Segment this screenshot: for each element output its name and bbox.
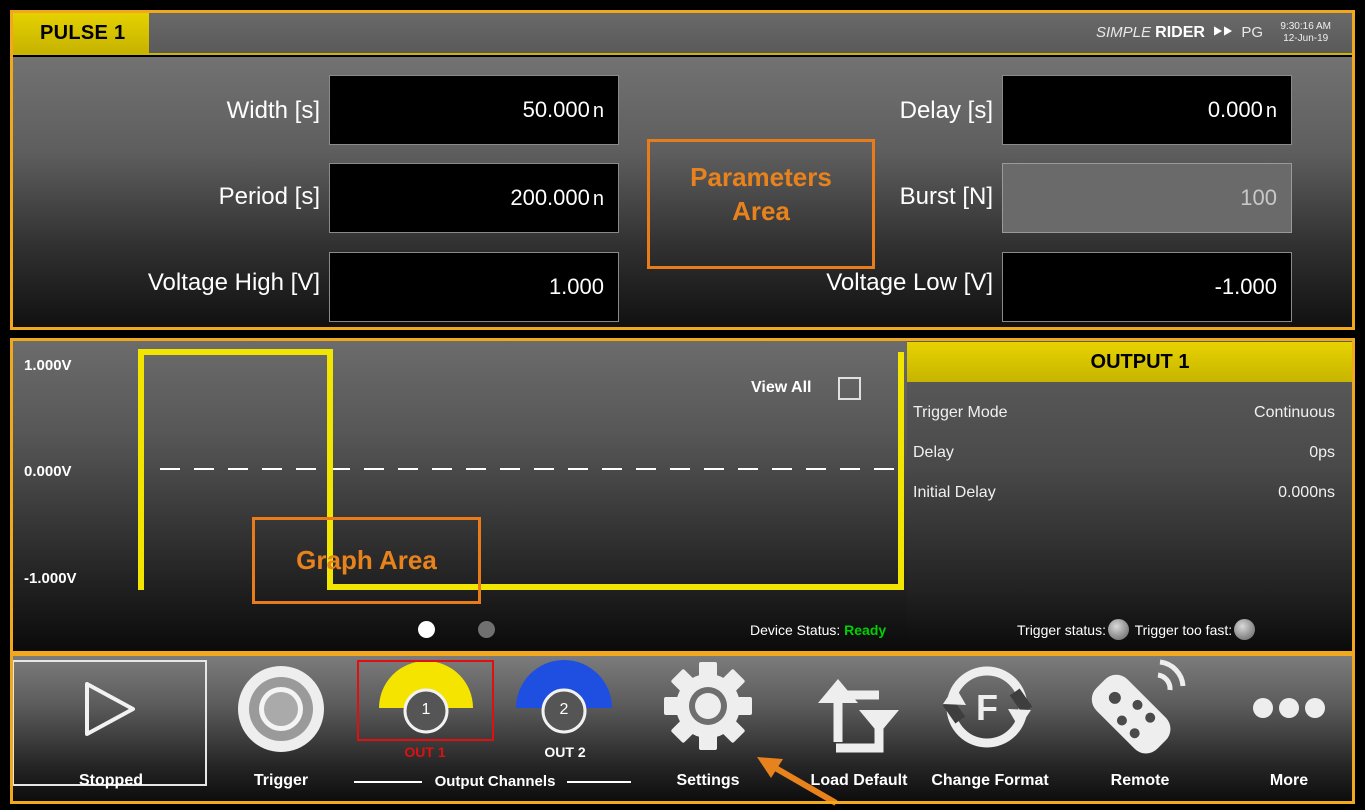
toolbar-icons: F bbox=[85, 659, 1325, 806]
svg-text:F: F bbox=[976, 687, 998, 728]
graph-area-annotation: Graph Area bbox=[252, 517, 481, 604]
load-default-label: Load Default bbox=[810, 772, 908, 789]
settings-icon[interactable] bbox=[664, 662, 752, 750]
out2-number: 2 bbox=[559, 701, 569, 718]
more-icon[interactable] bbox=[1253, 698, 1325, 718]
change-format-icon[interactable]: F bbox=[942, 666, 1033, 748]
load-default-icon[interactable] bbox=[818, 679, 899, 753]
signal-wave-small-icon bbox=[1157, 672, 1173, 691]
play-icon bbox=[85, 682, 135, 736]
output-channels-line-left bbox=[354, 781, 422, 783]
change-format-label: Change Format bbox=[931, 772, 1049, 789]
parameters-area-annotation: Parameters Area bbox=[647, 139, 875, 269]
out1-label: OUT 1 bbox=[404, 744, 446, 760]
out1-number: 1 bbox=[421, 701, 431, 718]
trigger-icon[interactable] bbox=[238, 666, 324, 752]
output-channels-line-right bbox=[567, 781, 631, 783]
trigger-label: Trigger bbox=[253, 772, 309, 789]
output-channels-label: Output Channels bbox=[434, 773, 556, 790]
app-window: PULSE 1 SIMPLE RIDER ⯈⯈ PG 9:30:16 AM 12… bbox=[0, 0, 1365, 810]
out2-label: OUT 2 bbox=[544, 744, 586, 760]
out2-channel-icon[interactable] bbox=[516, 660, 612, 734]
more-label: More bbox=[1269, 772, 1309, 789]
stopped-label: Stopped bbox=[79, 772, 143, 789]
remote-icon[interactable] bbox=[1085, 668, 1177, 760]
parameters-annotation-line2: Area bbox=[732, 196, 790, 226]
signal-wave-large-icon bbox=[1159, 659, 1186, 687]
settings-label: Settings bbox=[676, 772, 740, 789]
parameters-annotation-line1: Parameters bbox=[690, 162, 832, 192]
remote-label: Remote bbox=[1110, 772, 1170, 789]
